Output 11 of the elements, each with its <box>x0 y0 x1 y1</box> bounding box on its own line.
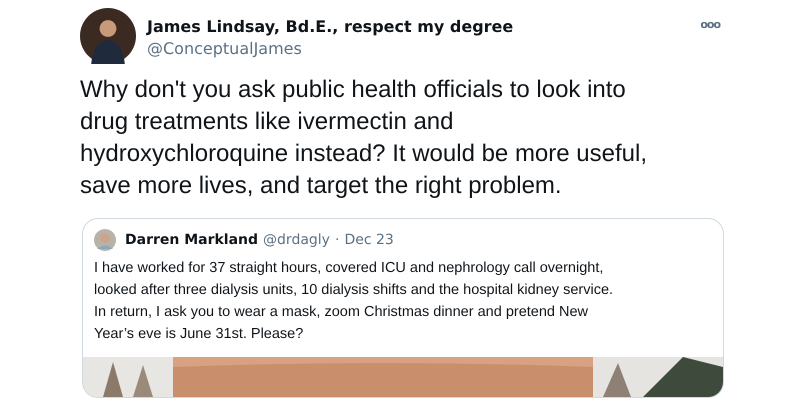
avatar-icon[interactable] <box>80 8 136 64</box>
author-name[interactable]: James Lindsay, Bd.E., respect my degree <box>147 16 514 38</box>
quoted-date[interactable]: Dec 23 <box>344 232 394 248</box>
separator-dot: · <box>334 232 340 248</box>
more-options-icon[interactable]: ooo <box>700 18 720 31</box>
quoted-author-name[interactable]: Darren Markland <box>125 232 258 248</box>
quoted-tweet-card[interactable] <box>82 218 724 398</box>
author-handle[interactable]: @ConceptualJames <box>147 38 514 60</box>
quoted-author-handle[interactable]: @drdagly <box>263 232 330 248</box>
tweet-text: Why don't you ask public health officials to look into drug treatments like ivermectin and hydroxychloroquine instead? It would be more useful, save more lives, and target the right problem. <box>80 75 648 201</box>
quoted-tweet-text: I have worked for 37 straight hours, covered ICU and nephrology call overnight, looked after three dialysis units, 10 dialysis shifts and the hospital kidney service. In return, I ask you to wear a mask, zoom Christmas dinner and pretend New Year’s eve is June 31st. Please? <box>94 259 614 344</box>
